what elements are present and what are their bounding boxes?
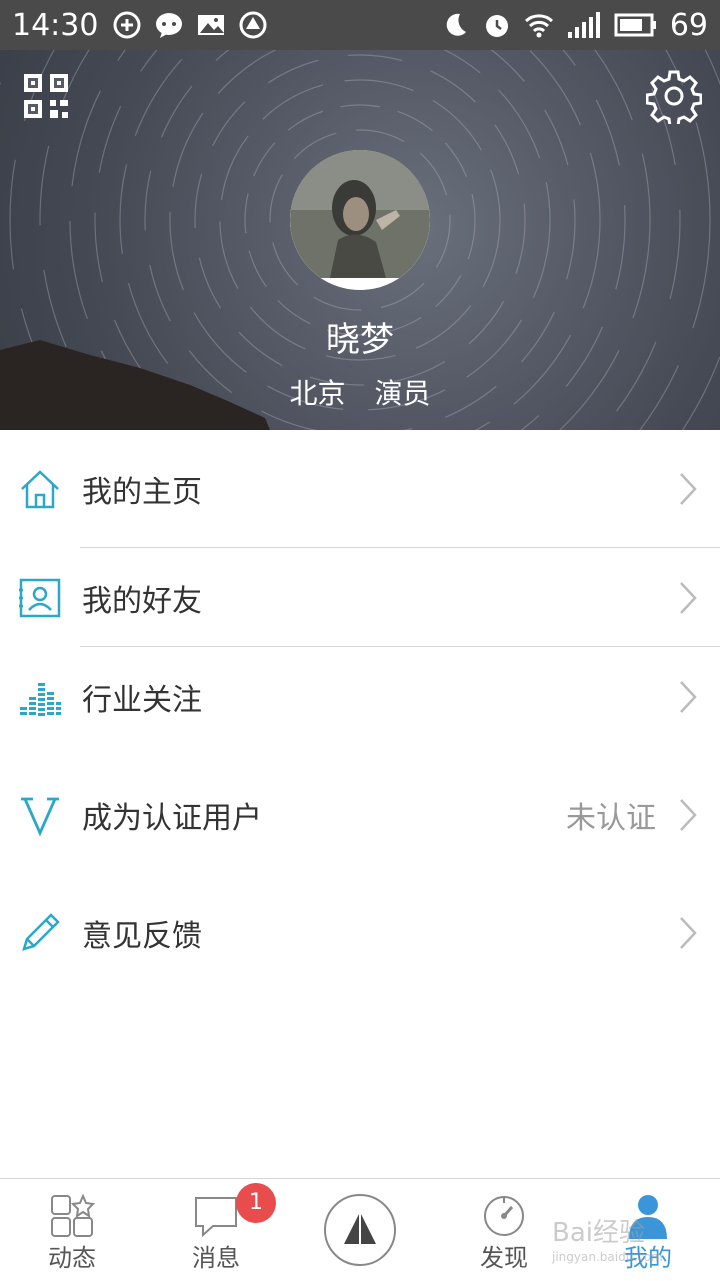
tab-label: 消息	[192, 1244, 240, 1272]
avatar-photo	[290, 150, 430, 290]
compass-icon	[484, 1196, 524, 1236]
chevron-right-icon	[680, 473, 697, 505]
watermark-url: jingyan.baidu.com	[552, 1250, 663, 1264]
pencil-icon	[22, 912, 60, 951]
app-icon	[239, 11, 267, 39]
center-publish-button[interactable]	[324, 1194, 396, 1266]
menu-item-friends[interactable]: 我的好友	[0, 548, 720, 647]
menu-item-label: 意见反馈	[82, 918, 202, 954]
tab-feed[interactable]: 动态	[0, 1179, 144, 1281]
status-time: 14:30	[12, 7, 99, 43]
chevron-right-icon	[680, 798, 697, 831]
unread-badge: 1	[236, 1183, 276, 1223]
menu-item-label: 行业关注	[82, 682, 202, 718]
menu-item-verification[interactable]: 成为认证用户 未认证	[0, 765, 720, 864]
watermark: Bai经验	[552, 1218, 645, 1248]
chevron-right-icon	[680, 581, 697, 614]
profile-header: 晓梦 北京 演员	[0, 50, 720, 430]
user-role: 演员	[374, 377, 431, 410]
verification-status: 未认证	[566, 800, 656, 836]
qr-code-button[interactable]	[22, 72, 70, 120]
image-icon	[198, 15, 225, 35]
user-city: 北京	[289, 377, 346, 410]
tab-messages[interactable]: 1 消息	[144, 1179, 288, 1281]
menu-item-feedback[interactable]: 意见反馈	[0, 883, 720, 982]
contact-card-icon	[19, 578, 61, 617]
menu-item-label: 我的主页	[82, 475, 202, 510]
chevron-right-icon	[680, 916, 697, 949]
battery-level: 69	[669, 7, 708, 43]
grid-star-icon	[51, 1193, 95, 1237]
settings-gear-icon[interactable]	[646, 68, 702, 124]
home-icon	[21, 470, 59, 509]
status-left-icons	[112, 10, 268, 40]
wifi-icon	[524, 14, 553, 38]
sync-icon	[113, 11, 141, 39]
menu-item-label: 成为认证用户	[82, 800, 262, 836]
user-name: 晓梦	[326, 320, 394, 360]
status-bar: 14:30 69	[0, 0, 720, 50]
menu-item-label: 我的好友	[82, 583, 202, 619]
v-icon	[21, 797, 59, 836]
equalizer-icon	[20, 682, 61, 716]
battery-icon	[614, 13, 656, 37]
avatar[interactable]	[290, 150, 430, 290]
user-info: 北京 演员	[0, 372, 720, 412]
chevron-right-icon	[680, 680, 697, 713]
moon-icon	[446, 13, 466, 36]
chat-bubble-icon	[156, 13, 183, 38]
signal-4g-icon	[567, 12, 600, 38]
tab-label: 动态	[48, 1244, 96, 1272]
message-icon	[195, 1197, 237, 1238]
status-right-icons: 69	[440, 8, 708, 43]
alarm-icon	[485, 15, 508, 37]
menu-item-homepage[interactable]: 我的主页	[0, 430, 720, 548]
sail-icon	[344, 1214, 376, 1244]
menu-item-industry-follow[interactable]: 行业关注	[0, 647, 720, 746]
